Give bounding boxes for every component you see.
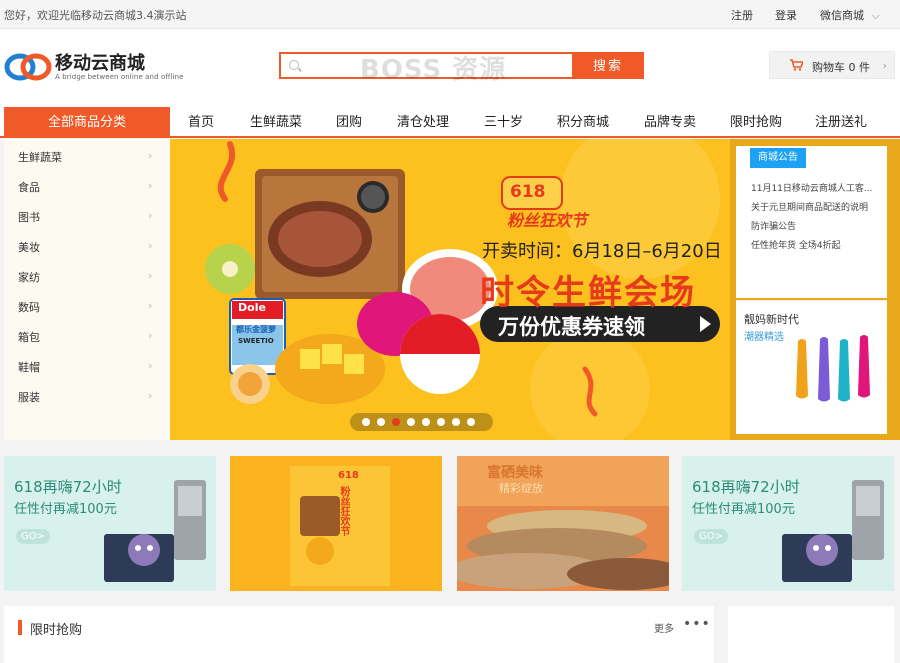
banner-headline: 时令生鲜会场 — [480, 273, 696, 313]
cart-icon — [790, 59, 805, 74]
sidebar-item-textiles[interactable]: 家纺 — [18, 269, 40, 285]
banner-coupon: 万份优惠券速领 — [498, 315, 645, 339]
product-image — [796, 335, 870, 402]
chevron-right-icon: › — [148, 239, 153, 252]
wechat-mall-link[interactable]: 微信商城 ⌵ — [820, 7, 880, 23]
notice-item[interactable]: 防诈骗公告 — [751, 219, 796, 232]
sidebar-item-digital[interactable]: 数码 — [18, 299, 40, 315]
chevron-down-icon: ⌵ — [871, 9, 880, 22]
notice-item[interactable]: 关于元旦期间商品配送的说明 — [751, 200, 868, 213]
nav-item-thirty[interactable]: 三十岁 — [484, 107, 523, 138]
ad-line2: 粉丝狂欢节 — [338, 486, 349, 536]
banner-618-badge: 618 — [510, 182, 546, 202]
hero-banner[interactable]: 618 粉丝狂欢节 开卖时间：6月18日–6月20日 时令生鲜会场 万份优惠券速… — [170, 139, 730, 440]
notice-tag: 商城公告 — [750, 148, 806, 168]
pineapple-brand: Dole — [238, 301, 266, 314]
sidebar-item-bags[interactable]: 箱包 — [18, 329, 40, 345]
section-right-panel — [728, 606, 894, 663]
nav-item-home[interactable]: 首页 — [188, 107, 214, 138]
notice-box: 商城公告 11月11日移动云商城人工客... 关于元旦期间商品配送的说明 防诈骗… — [736, 146, 887, 298]
cart-label: 购物车 0 件 — [812, 61, 870, 74]
ad-banner[interactable]: 富硒美味 精彩绽放 — [457, 456, 669, 591]
wechat-mall-label: 微信商城 — [820, 9, 864, 22]
nav-item-clearance[interactable]: 清仓处理 — [397, 107, 449, 138]
section-title: 限时抢购 — [30, 623, 83, 638]
more-dots-icon[interactable]: ••• — [683, 616, 711, 632]
section-accent-bar — [18, 620, 22, 635]
nav-item-flash-sale[interactable]: 限时抢购 — [730, 107, 782, 138]
banner-dots — [362, 418, 492, 428]
main-nav: 全部商品分类 首页 生鲜蔬菜 团购 清仓处理 三十岁 积分商城 品牌专卖 限时抢… — [0, 107, 900, 138]
logo-icon[interactable] — [4, 51, 52, 83]
chevron-right-icon: › — [148, 209, 153, 222]
brand-tagline: A bridge between online and offline — [55, 73, 184, 81]
ad-artwork — [104, 480, 206, 582]
banner-festival: 粉丝狂欢节 — [507, 211, 588, 230]
notice-item[interactable]: 任性抢年货 全场4折起 — [751, 238, 841, 251]
chevron-right-icon: › — [148, 299, 153, 312]
cart-button[interactable]: 购物车 0 件 › — [769, 51, 895, 79]
pineapple-sub: SWEETIO — [238, 337, 274, 345]
more-link[interactable]: 更多 — [654, 620, 674, 635]
carousel-dot[interactable] — [467, 418, 475, 426]
chevron-right-icon: › — [148, 389, 153, 402]
pineapple-label: 都乐金菠萝 — [236, 325, 276, 334]
all-categories-button[interactable]: 全部商品分类 — [4, 107, 170, 138]
nav-item-fresh[interactable]: 生鲜蔬菜 — [250, 107, 302, 138]
nav-item-groupbuy[interactable]: 团购 — [336, 107, 362, 138]
carousel-dot[interactable] — [407, 418, 415, 426]
sidebar-item-clothing[interactable]: 服装 — [18, 389, 40, 405]
brand-name[interactable]: 移动云商城 — [55, 49, 145, 75]
ad-banner[interactable]: 618再嗨72小时 任性付再减100元 GO> — [682, 456, 894, 591]
search-icon — [289, 60, 299, 70]
login-link[interactable]: 登录 — [775, 7, 797, 23]
chevron-right-icon: › — [148, 269, 153, 282]
ad-line1: 618 — [338, 470, 359, 481]
chevron-right-icon: › — [148, 359, 153, 372]
nav-item-register-gift[interactable]: 注册送礼 — [815, 107, 867, 138]
carousel-dot[interactable] — [437, 418, 445, 426]
banner-dates: 开卖时间：6月18日–6月20日 — [482, 241, 722, 262]
chevron-right-icon: › — [148, 149, 153, 162]
promo-box[interactable]: 靓妈新时代 潮器精选 — [736, 300, 887, 434]
ad-artwork — [782, 480, 884, 582]
notice-item[interactable]: 11月11日移动云商城人工客... — [751, 181, 873, 194]
carousel-dot[interactable] — [452, 418, 460, 426]
carousel-dot[interactable] — [422, 418, 430, 426]
sidebar-item-books[interactable]: 图书 — [18, 209, 40, 225]
category-sidebar: 生鲜蔬菜 › 食品 › 图书 › 美妆 › 家纺 › 数码 › 箱包 › 鞋帽 … — [4, 139, 170, 440]
top-bar: 您好，欢迎光临移动云商城3.4演示站 注册 登录 微信商城 ⌵ — [0, 0, 900, 29]
sidebar-item-food[interactable]: 食品 — [18, 179, 40, 195]
ad-line2: 精彩绽放 — [499, 482, 543, 495]
search-button[interactable]: 搜索 — [572, 52, 644, 79]
ad-banner[interactable]: 618再嗨72小时 任性付再减100元 GO> — [4, 456, 216, 591]
chevron-right-icon: › — [148, 329, 153, 342]
sidebar-item-shoes[interactable]: 鞋帽 — [18, 359, 40, 375]
register-link[interactable]: 注册 — [731, 7, 753, 23]
header: 移动云商城 A bridge between online and offlin… — [0, 29, 900, 107]
sidebar-item-beauty[interactable]: 美妆 — [18, 239, 40, 255]
sidebar-item-fresh[interactable]: 生鲜蔬菜 — [18, 149, 62, 165]
watermark-text: BOSS 资源 — [360, 55, 507, 85]
chevron-right-icon: › — [882, 59, 887, 72]
flash-sale-section: 限时抢购 更多 ••• — [4, 606, 714, 663]
nav-item-points[interactable]: 积分商城 — [557, 107, 609, 138]
ad-banner[interactable]: 618 粉丝狂欢节 — [230, 456, 442, 591]
welcome-text: 您好，欢迎光临移动云商城3.4演示站 — [4, 9, 187, 22]
nav-item-brands[interactable]: 品牌专卖 — [644, 107, 696, 138]
carousel-dot[interactable] — [377, 418, 385, 426]
ad-line1: 富硒美味 — [487, 465, 543, 481]
carousel-dot[interactable] — [392, 418, 400, 426]
carousel-dot[interactable] — [362, 418, 370, 426]
chevron-right-icon: › — [148, 179, 153, 192]
